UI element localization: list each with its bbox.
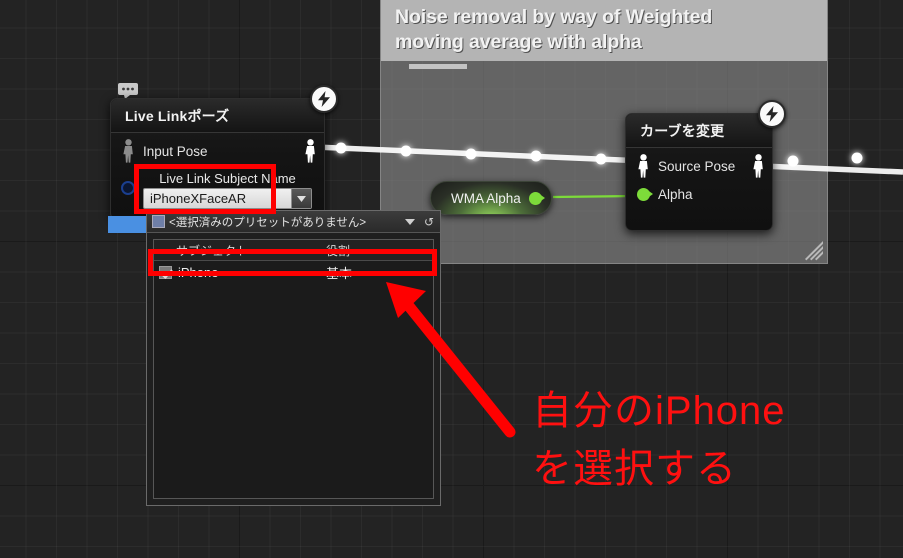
pin-label-alpha: Alpha (658, 186, 693, 202)
node-wma-alpha[interactable]: WMA Alpha (430, 181, 552, 215)
lightning-bolt-icon[interactable] (758, 100, 786, 128)
subject-list-panel[interactable]: サブジェクト 役割 iPhone 基本 (153, 239, 434, 499)
pin-row-subject-name[interactable]: Live Link Subject Name iPhoneXFaceAR (111, 165, 324, 211)
pose-pin-icon[interactable] (123, 139, 134, 163)
node-modify-curve[interactable]: カーブを変更 Source Pose Alpha (625, 100, 786, 231)
preset-asset-icon (152, 215, 165, 228)
comment-resize-grip-icon[interactable] (803, 241, 823, 261)
preset-selected-text: <選択済みのプリセットがありません> (169, 216, 367, 229)
cell-subject: iPhone (178, 265, 219, 280)
subject-name-combobox[interactable]: iPhoneXFaceAR (143, 188, 312, 209)
pill-node-label: WMA Alpha (451, 190, 521, 206)
pin-row-source-pose[interactable]: Source Pose (626, 152, 772, 180)
annotation-text: 自分のiPhone を選択する (532, 389, 786, 491)
node-title: Live Linkポーズ (111, 99, 324, 133)
pin-label-input-pose: Input Pose (143, 143, 208, 159)
object-pin-icon[interactable] (121, 181, 135, 195)
pin-row-alpha[interactable]: Alpha (626, 180, 772, 208)
blueprint-graph-canvas[interactable]: Noise removal by way of Weighted moving … (0, 0, 903, 558)
reset-icon[interactable]: ↺ (424, 215, 434, 229)
subject-name-value: iPhoneXFaceAR (150, 191, 247, 206)
lightning-bolt-icon[interactable] (310, 85, 338, 113)
pose-pin-icon-output[interactable] (305, 139, 316, 163)
comment-resize-bar[interactable] (409, 64, 467, 69)
comment-header[interactable]: Noise removal by way of Weighted moving … (381, 0, 827, 61)
pin-row-input-pose[interactable]: Input Pose (111, 137, 324, 165)
table-row[interactable]: iPhone 基本 (154, 261, 433, 284)
row-checkbox[interactable] (159, 266, 172, 279)
column-header-role: 役割 (326, 243, 351, 258)
chevron-down-icon[interactable] (291, 189, 311, 208)
chevron-down-icon[interactable] (404, 218, 415, 225)
comment-title: Noise removal by way of Weighted moving … (395, 6, 713, 53)
pose-pin-icon[interactable] (638, 154, 649, 178)
node-title: カーブを変更 (626, 114, 772, 148)
subject-table-header: サブジェクト 役割 (154, 240, 433, 261)
node-live-link-pose[interactable]: Live Linkポーズ Input Pose Live Link Subjec… (110, 85, 338, 220)
livelink-preset-popup[interactable]: <選択済みのプリセットがありません> ↺ サブジェクト 役割 iPhone 基本 (146, 210, 441, 506)
pin-label-source-pose: Source Pose (658, 158, 736, 174)
subject-name-label: Live Link Subject Name (159, 171, 296, 186)
pose-pin-icon-output[interactable] (753, 154, 764, 178)
node-comment-bubble-icon[interactable] (118, 83, 138, 99)
column-header-subject: サブジェクト (176, 243, 249, 258)
alpha-pin-icon[interactable] (637, 187, 653, 201)
wma-alpha-output-pin[interactable] (528, 191, 545, 205)
preset-selector-bar[interactable]: <選択済みのプリセットがありません> ↺ (147, 211, 440, 233)
cell-role: 基本 (326, 266, 353, 281)
